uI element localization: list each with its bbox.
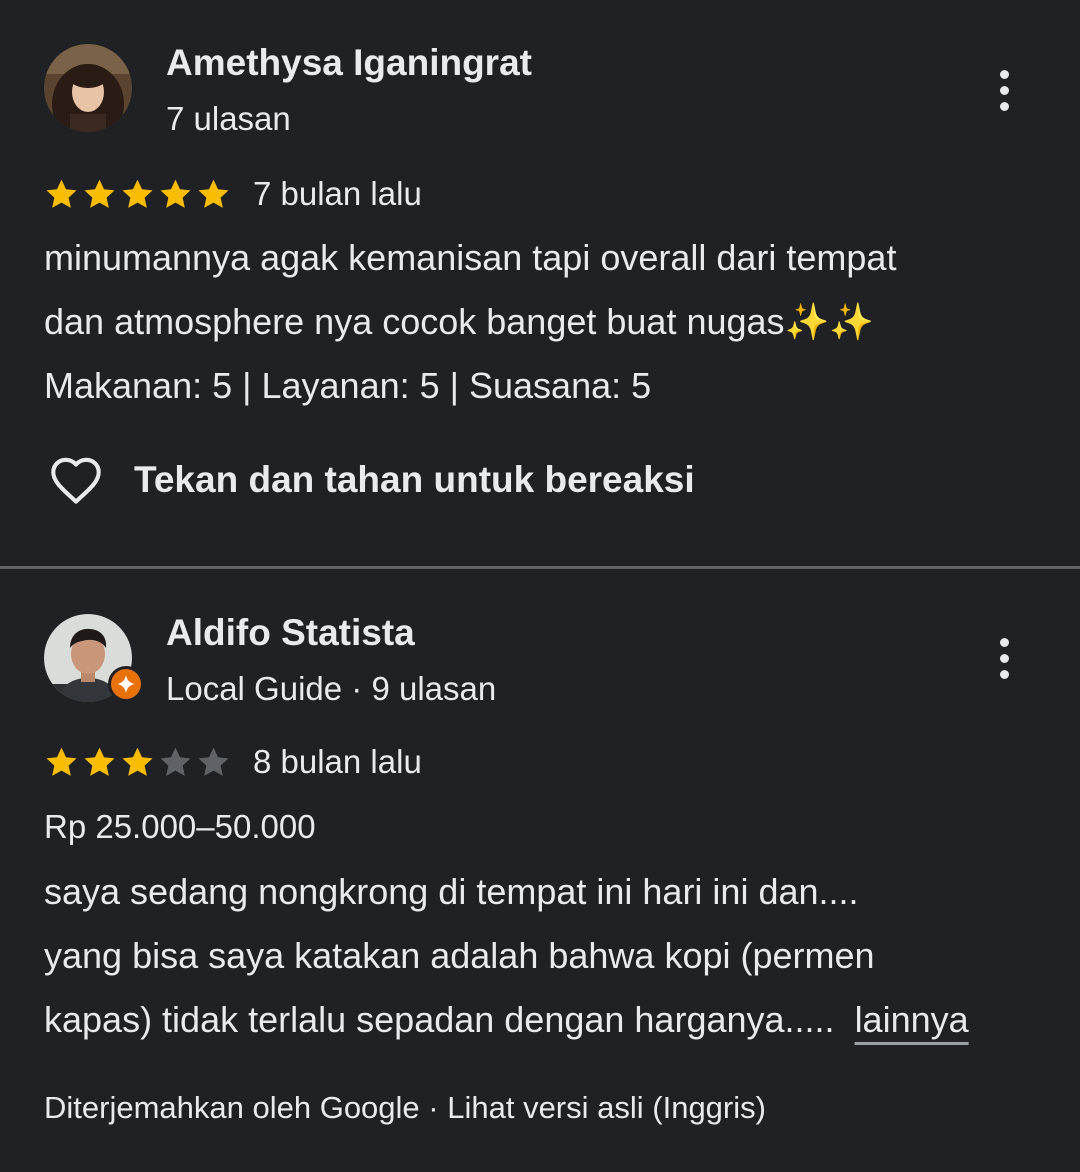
review-text: saya sedang nongkrong di tempat ini hari… — [44, 860, 1044, 1052]
avatar-photo — [44, 44, 132, 132]
avatar[interactable] — [44, 44, 132, 132]
author-name[interactable]: Amethysa Iganingrat — [166, 42, 532, 84]
review-text-line: saya sedang nongkrong di tempat ini hari… — [44, 871, 859, 912]
star-filled-icon — [160, 179, 191, 208]
react-button[interactable]: Tekan dan tahan untuk bereaksi — [48, 452, 695, 508]
star-filled-icon — [84, 179, 115, 208]
more-dot — [999, 653, 1009, 663]
more-options-button[interactable] — [984, 628, 1024, 688]
more-dot — [999, 101, 1009, 111]
more-dot — [999, 637, 1009, 647]
star-rating — [44, 177, 231, 212]
star-filled-icon — [198, 179, 229, 208]
react-label: Tekan dan tahan untuk bereaksi — [134, 459, 695, 500]
review-text-line: kapas) tidak terlalu sepadan dengan harg… — [44, 988, 1044, 1052]
review-text-line-content: kapas) tidak terlalu sepadan dengan harg… — [44, 999, 835, 1040]
review-text-line: dan atmosphere nya cocok banget buat nug… — [44, 301, 875, 342]
star-filled-icon — [84, 747, 115, 776]
review-card: Aldifo Statista Local Guide · 9 ulasan 8… — [0, 570, 1080, 1172]
review-text-line: yang bisa saya katakan adalah bahwa kopi… — [44, 935, 875, 976]
more-options-button[interactable] — [984, 60, 1024, 120]
more-dot — [999, 669, 1009, 679]
local-guide-badge-icon — [108, 666, 144, 702]
star-filled-icon — [122, 179, 153, 208]
star-empty-icon — [160, 747, 191, 776]
price-range: Rp 25.000–50.000 — [44, 808, 316, 845]
star-filled-icon — [46, 179, 77, 208]
translated-by-label: Diterjemahkan oleh Google — [44, 1090, 420, 1125]
rating-row: 8 bulan lalu — [44, 742, 422, 782]
star-filled-icon — [122, 747, 153, 776]
star-filled-icon — [46, 747, 77, 776]
read-more-link[interactable]: lainnya — [855, 999, 969, 1040]
divider — [0, 566, 1080, 569]
view-original-link[interactable]: Lihat versi asli (Inggris) — [447, 1090, 766, 1125]
star-empty-icon — [198, 747, 229, 776]
author-review-count: 7 ulasan — [166, 100, 291, 137]
review-date: 7 bulan lalu — [253, 175, 422, 212]
heart-outline-icon — [51, 457, 101, 504]
separator: · — [419, 1090, 448, 1125]
more-dot — [999, 69, 1009, 79]
review-date: 8 bulan lalu — [253, 743, 422, 780]
review-text-line: Makanan: 5 | Layanan: 5 | Suasana: 5 — [44, 365, 652, 406]
translation-note: Diterjemahkan oleh Google · Lihat versi … — [44, 1090, 766, 1126]
review-text-line: minumannya agak kemanisan tapi overall d… — [44, 237, 897, 278]
sparkle-icon — [117, 675, 135, 693]
star-rating — [44, 745, 231, 780]
author-name[interactable]: Aldifo Statista — [166, 612, 415, 654]
more-dot — [999, 85, 1009, 95]
author-review-count: Local Guide · 9 ulasan — [166, 670, 497, 707]
review-text: minumannya agak kemanisan tapi overall d… — [44, 226, 1044, 418]
rating-row: 7 bulan lalu — [44, 174, 422, 214]
review-card: Amethysa Iganingrat 7 ulasan 7 bulan lal… — [0, 0, 1080, 568]
